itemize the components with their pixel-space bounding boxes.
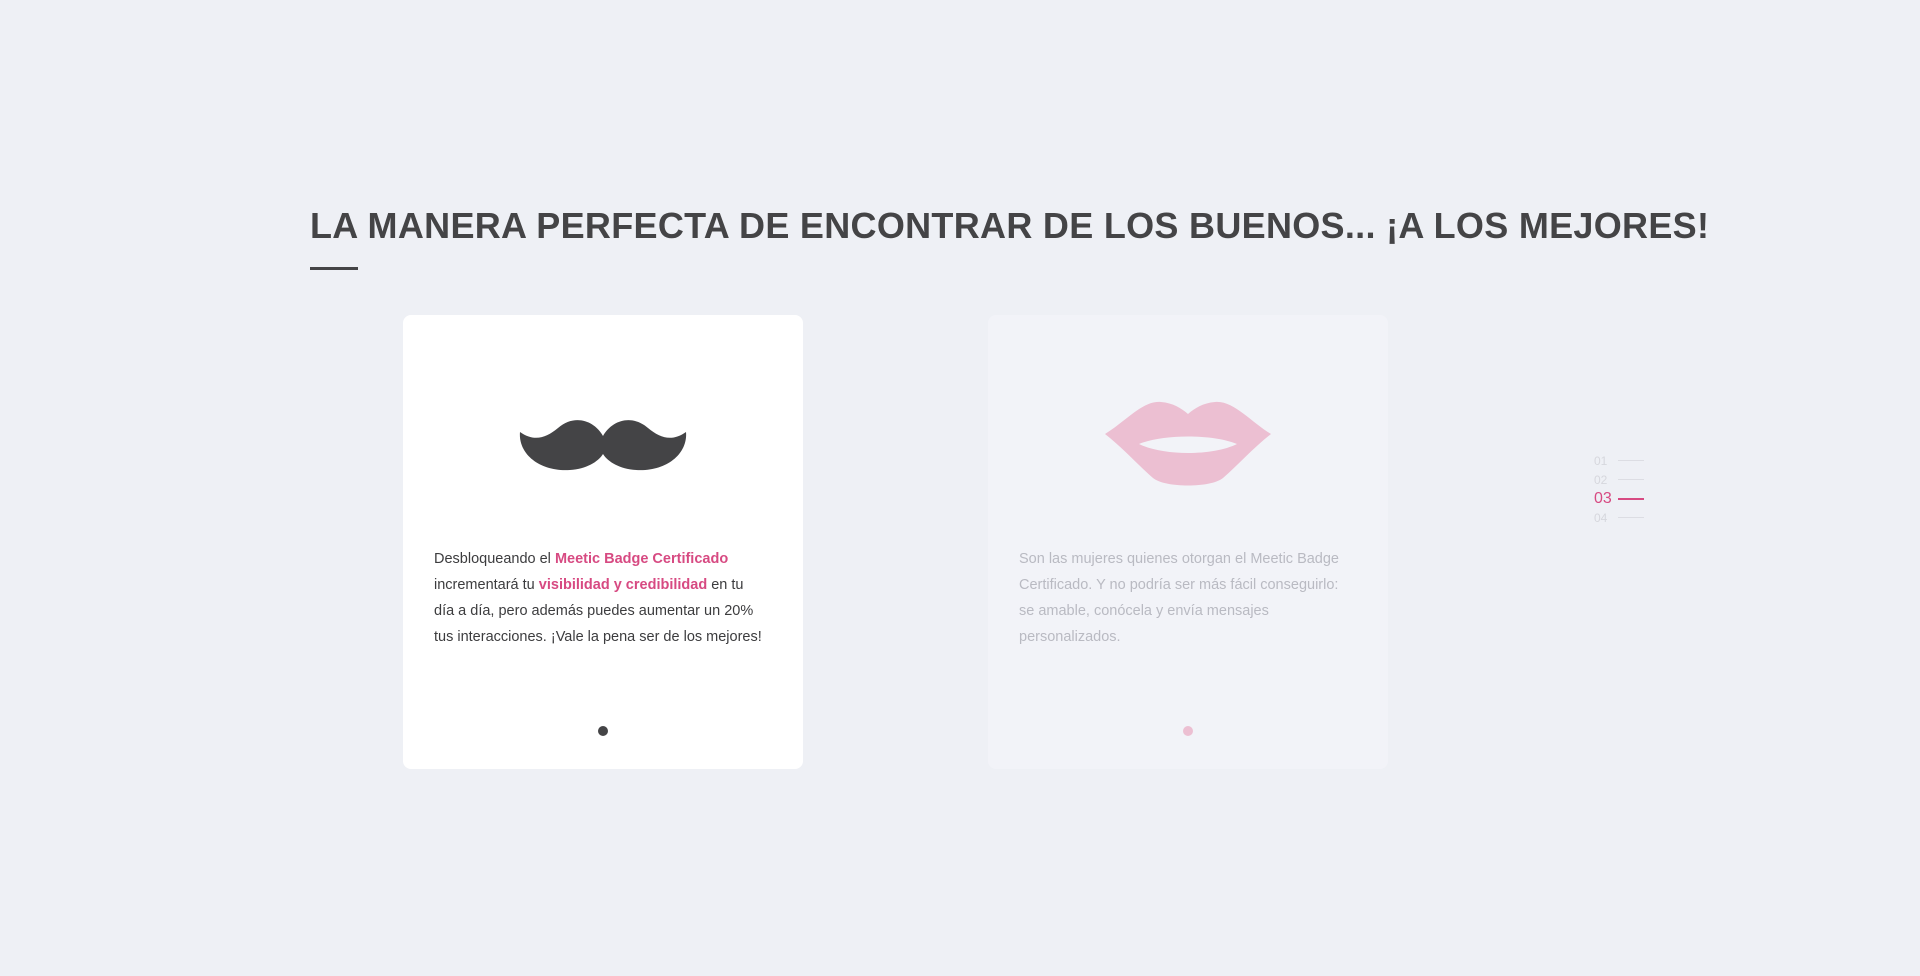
pager-line <box>1618 460 1644 461</box>
card-men: Desbloqueando el Meetic Badge Certificad… <box>403 315 803 769</box>
pager-number: 03 <box>1594 489 1612 507</box>
pager-line <box>1618 517 1644 518</box>
text-part: Desbloqueando el <box>434 551 555 567</box>
section-headline: LA MANERA PERFECTA DE ENCONTRAR DE LOS B… <box>310 205 1710 246</box>
pager-item-04[interactable]: 04 <box>1594 508 1654 527</box>
pager-item-03[interactable]: 03 <box>1594 489 1654 508</box>
slide-pager: 01 02 03 04 <box>1594 451 1654 527</box>
badge-highlight: Meetic Badge Certificado <box>554 551 729 567</box>
card-men-text: Desbloqueando el Meetic Badge Certificad… <box>434 546 767 650</box>
pager-number: 04 <box>1594 510 1608 525</box>
pager-line <box>1618 479 1644 480</box>
badge-section: LA MANERA PERFECTA DE ENCONTRAR DE LOS B… <box>0 0 1920 976</box>
card-women: Son las mujeres quienes otorgan el Meeti… <box>988 315 1388 769</box>
pager-number: 01 <box>1594 453 1608 468</box>
pager-item-01[interactable]: 01 <box>1594 451 1654 470</box>
lips-svg <box>1105 401 1271 486</box>
headline-underline <box>310 267 358 270</box>
card-women-dot <box>1183 726 1193 736</box>
visibility-highlight: visibilidad y credibilidad <box>538 577 708 593</box>
pager-line <box>1618 497 1644 500</box>
pager-number: 02 <box>1594 472 1608 487</box>
card-men-dot <box>598 726 608 736</box>
text-part: incrementará tu <box>434 577 539 593</box>
mustache-icon <box>403 385 803 505</box>
card-women-text: Son las mujeres quienes otorgan el Meeti… <box>1019 551 1339 645</box>
lips-icon <box>988 385 1388 505</box>
pager-item-02[interactable]: 02 <box>1594 470 1654 489</box>
mustache-svg <box>519 420 687 471</box>
